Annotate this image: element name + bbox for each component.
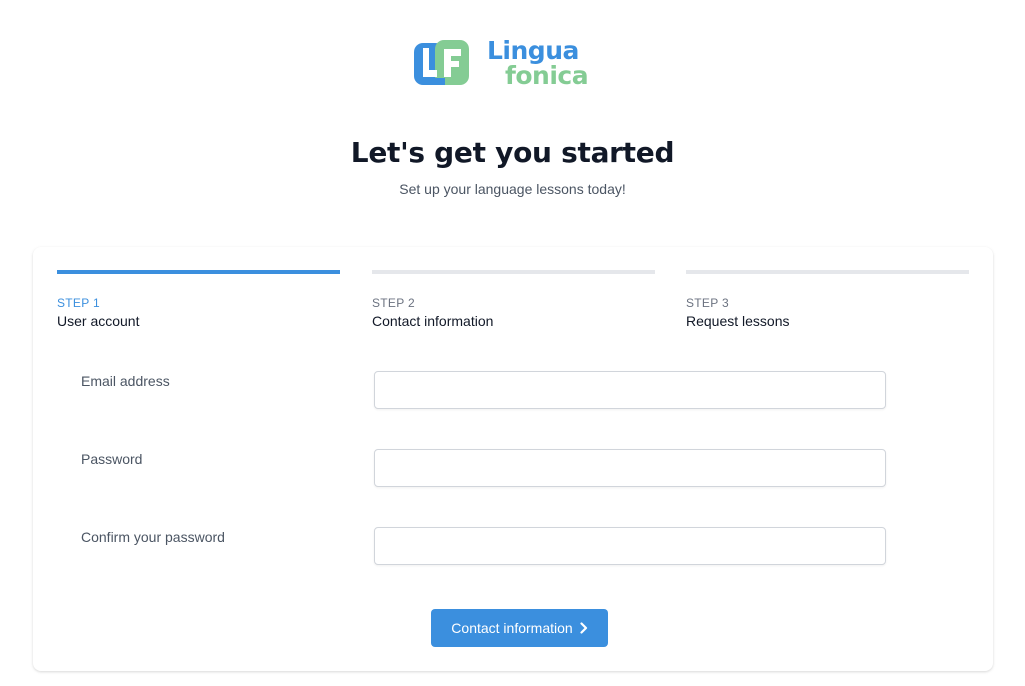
- email-label: Email address: [81, 373, 170, 389]
- step-progress-bar: [57, 270, 340, 274]
- signup-card: STEP 1 User account STEP 2 Contact infor…: [33, 247, 993, 671]
- button-label: Contact information: [451, 620, 573, 636]
- password-field[interactable]: [374, 449, 886, 487]
- lingua-fonica-logo: Lingua fonica: [413, 38, 615, 90]
- step-progress-bar: [686, 270, 969, 274]
- password-label: Password: [81, 451, 143, 467]
- logo-wordmark: Lingua fonica: [487, 36, 589, 90]
- page-title: Let's get you started: [350, 136, 675, 169]
- chevron-right-icon: [580, 622, 587, 634]
- confirm-password-field[interactable]: [374, 527, 886, 565]
- contact-information-button[interactable]: Contact information: [431, 609, 608, 647]
- step-label: User account: [57, 313, 140, 329]
- step-user-account[interactable]: STEP 1 User account: [57, 270, 340, 329]
- step-label: Contact information: [372, 313, 494, 329]
- logo-word-fonica: fonica: [505, 61, 589, 90]
- step-number: STEP 1: [57, 296, 100, 310]
- confirm-password-label: Confirm your password: [81, 529, 225, 545]
- step-number: STEP 2: [372, 296, 415, 310]
- step-number: STEP 3: [686, 296, 729, 310]
- logo-word-lingua: Lingua: [487, 36, 579, 65]
- step-progress-bar: [372, 270, 655, 274]
- logo-mark-icon: [414, 40, 469, 85]
- page-subtitle: Set up your language lessons today!: [399, 181, 626, 197]
- step-request-lessons[interactable]: STEP 3 Request lessons: [686, 270, 969, 329]
- step-label: Request lessons: [686, 313, 790, 329]
- email-field[interactable]: [374, 371, 886, 409]
- step-contact-information[interactable]: STEP 2 Contact information: [372, 270, 655, 329]
